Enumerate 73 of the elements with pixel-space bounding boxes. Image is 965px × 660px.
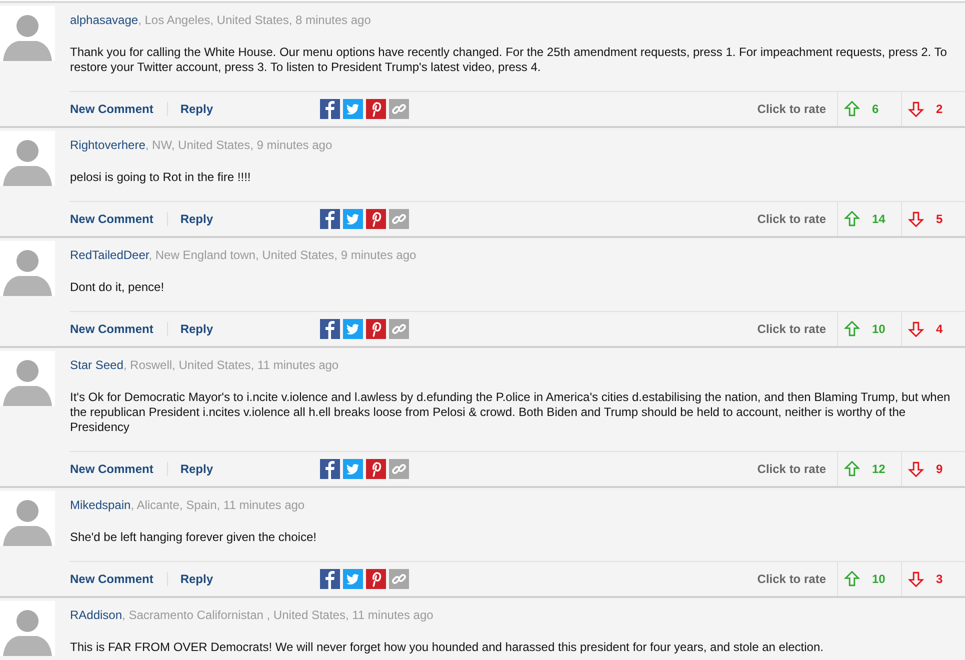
comment-text: pelosi is going to Rot in the fire !!!! [70, 170, 252, 185]
comment-header: RedTailedDeer, New England town, United States, 9 minutes ago [70, 248, 418, 262]
comment-header: alphasavage, Los Angeles, United States, 8 minutes ago [70, 13, 372, 27]
downvote-arrow-icon[interactable] [908, 211, 924, 227]
rate-label: Click to rate [757, 462, 826, 476]
comment-text: She'd be left hanging forever given the choice! [70, 530, 318, 545]
upvote-count: 10 [872, 572, 886, 586]
facebook-icon[interactable] [320, 459, 340, 479]
downvote-arrow-icon[interactable] [908, 571, 924, 587]
upvote-count: 10 [872, 322, 886, 336]
comment-header: Star Seed, Roswell, United States, 11 minutes ago [70, 358, 340, 372]
rate-label: Click to rate [757, 212, 826, 226]
new-comment-link[interactable]: New Comment [70, 572, 154, 586]
author-name: Star Seed [70, 358, 124, 372]
twitter-icon[interactable] [343, 459, 364, 479]
author-name: Rightoverhere [70, 138, 146, 152]
reply-link[interactable]: Reply [180, 462, 214, 476]
downvote-arrow-icon[interactable] [908, 101, 924, 117]
link-icon[interactable] [389, 209, 410, 229]
comment-text: Thank you for calling the White House. Our menu options have recently changed. For the 25th amendment requests, press 1. For impeachment requests, press 2. To restore your Twitter account, press 3. To listen to President Trump's latest video, press 4. [70, 45, 948, 75]
reply-link[interactable]: Reply [180, 322, 214, 336]
downvote-count: 5 [936, 212, 943, 226]
downvote-count: 9 [936, 462, 943, 476]
new-comment-link[interactable]: New Comment [70, 102, 154, 116]
upvote-count: 12 [872, 462, 886, 476]
comment-header: Rightoverhere, NW, United States, 9 minutes ago [70, 138, 334, 152]
pinterest-icon[interactable] [366, 459, 386, 479]
downvote-arrow-icon[interactable] [908, 321, 924, 337]
pinterest-icon[interactable] [366, 99, 386, 119]
downvote-arrow-icon[interactable] [908, 461, 924, 477]
downvote-count: 4 [936, 322, 943, 336]
author-name: RAddison [70, 608, 122, 622]
downvote-count: 2 [936, 102, 943, 116]
facebook-icon[interactable] [320, 99, 340, 119]
rate-label: Click to rate [757, 102, 826, 116]
twitter-icon[interactable] [343, 569, 364, 589]
pinterest-icon[interactable] [366, 569, 386, 589]
upvote-arrow-icon[interactable] [844, 571, 860, 587]
facebook-icon[interactable] [320, 209, 340, 229]
upvote-arrow-icon[interactable] [844, 461, 860, 477]
link-icon[interactable] [389, 99, 410, 119]
upvote-count: 14 [872, 212, 886, 226]
comment-header: Mikedspain, Alicante, Spain, 11 minutes ago [70, 498, 306, 512]
new-comment-link[interactable]: New Comment [70, 212, 154, 226]
author-name: alphasavage [70, 13, 138, 27]
pinterest-icon[interactable] [366, 319, 386, 339]
twitter-icon[interactable] [343, 319, 364, 339]
facebook-icon[interactable] [320, 569, 340, 589]
twitter-icon[interactable] [343, 99, 364, 119]
upvote-arrow-icon[interactable] [844, 211, 860, 227]
new-comment-link[interactable]: New Comment [70, 462, 154, 476]
comment-text: It's Ok for Democratic Mayor's to i.ncite v.iolence and l.awless by d.efunding the P.olice in America's cities d.estabilising the nation, and then Blaming Trump, but when the republican President i.ncites v.iolence all h.ell breaks loose from Pelosi & crowd. Both Biden and Trump should be held to account, neither is worthy of the Presidency [70, 390, 952, 435]
reply-link[interactable]: Reply [180, 572, 214, 586]
rate-label: Click to rate [757, 572, 826, 586]
link-icon[interactable] [389, 319, 410, 339]
upvote-arrow-icon[interactable] [844, 321, 860, 337]
pinterest-icon[interactable] [366, 209, 386, 229]
link-icon[interactable] [389, 569, 410, 589]
comment-text: Dont do it, pence! [70, 280, 166, 295]
reply-link[interactable]: Reply [180, 212, 214, 226]
link-icon[interactable] [389, 459, 410, 479]
comment-text: This is FAR FROM OVER Democrats! We will never forget how you hounded and harassed this president for four years, and stole an election. [70, 640, 824, 655]
comment-header: RAddison, Sacramento Californistan , United States, 11 minutes ago [70, 608, 434, 622]
author-name: Mikedspain [70, 498, 131, 512]
author-name: RedTailedDeer [70, 248, 149, 262]
upvote-arrow-icon[interactable] [844, 101, 860, 117]
twitter-icon[interactable] [343, 209, 364, 229]
facebook-icon[interactable] [320, 319, 340, 339]
downvote-count: 3 [936, 572, 943, 586]
reply-link[interactable]: Reply [180, 102, 214, 116]
rate-label: Click to rate [757, 322, 826, 336]
upvote-count: 6 [872, 102, 879, 116]
new-comment-link[interactable]: New Comment [70, 322, 154, 336]
